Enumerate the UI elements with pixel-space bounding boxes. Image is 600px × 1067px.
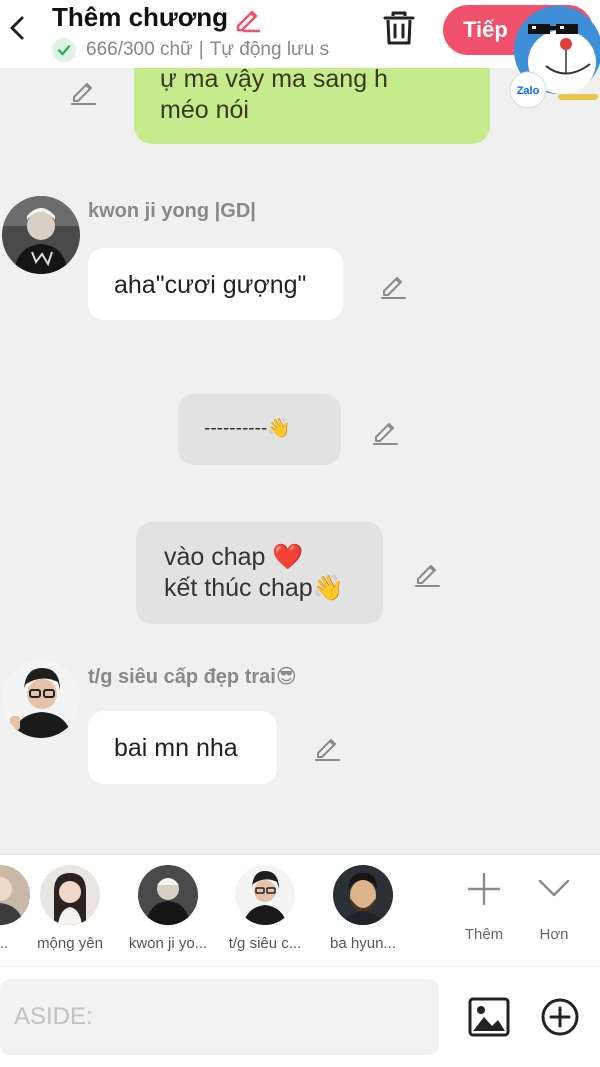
avatar (235, 865, 295, 925)
character-name: kwon ji yo... (128, 935, 208, 952)
message-text: méo nói (160, 96, 249, 124)
add-character-button[interactable]: Thêm (454, 869, 514, 943)
message-bubble[interactable]: ự ma vậy ma sang h méo nói (134, 68, 490, 144)
status-separator: | (198, 39, 204, 60)
pencil-icon[interactable] (412, 558, 442, 588)
plus-circle-icon[interactable] (540, 997, 580, 1037)
pencil-icon[interactable] (378, 270, 408, 300)
character-item[interactable]: t/g siêu c... (217, 865, 313, 952)
character-item[interactable]: mộng yên (22, 865, 118, 952)
pencil-icon[interactable] (232, 4, 262, 34)
plus-icon (467, 872, 501, 906)
character-name: ba hyun... (330, 935, 396, 952)
character-item[interactable]: ba hyun... (315, 865, 411, 952)
page-title: Thêm chương (52, 2, 228, 32)
avatar[interactable] (2, 660, 80, 738)
character-item[interactable]: kwon ji yo... (120, 865, 216, 952)
avatar (138, 865, 198, 925)
aside-bubble[interactable]: ----------👋 (178, 394, 341, 465)
avatar (333, 865, 393, 925)
more-characters-label: Hơn (539, 926, 569, 943)
save-status: 666/300 chữ | Tự động lưu s (52, 38, 352, 62)
message-text: ự ma vậy ma sang h (160, 68, 388, 93)
word-count: 666/300 chữ (86, 39, 193, 60)
speaker-name: kwon ji yong |GD| (88, 200, 256, 222)
message-text: kết thúc chap👋 (164, 574, 344, 602)
chat-area: ự ma vậy ma sang h méo nói kwon ji yong … (0, 68, 600, 854)
aside-bubble[interactable]: vào chap ❤️ kết thúc chap👋 (136, 522, 383, 624)
character-name: mộng yên (37, 935, 103, 952)
more-characters-button[interactable]: Hơn (524, 869, 584, 943)
message-text: vào chap ❤️ (164, 543, 304, 571)
character-bar: t... mộng yên kwon ji yo... t/g siêu c..… (0, 854, 600, 966)
speaker-name: t/g siêu cấp đẹp trai😎 (88, 666, 297, 688)
message-bubble[interactable]: bai mn nha (88, 711, 277, 784)
pencil-icon[interactable] (312, 732, 342, 762)
chevron-down-icon (538, 879, 570, 897)
avatar (40, 865, 100, 925)
trash-icon[interactable] (380, 8, 418, 48)
character-name: t/g siêu c... (228, 935, 302, 952)
avatar[interactable] (2, 196, 80, 274)
zalo-chat-head[interactable]: Zalo (506, 0, 600, 110)
message-bubble[interactable]: aha"cươi gượng" (88, 248, 343, 320)
message-text: bai mn nha (114, 734, 238, 762)
message-text: ----------👋 (204, 418, 291, 439)
pencil-icon[interactable] (370, 416, 400, 446)
message-text: aha"cươi gượng" (114, 271, 307, 299)
add-character-label: Thêm (464, 926, 504, 943)
svg-text:Zalo: Zalo (517, 85, 540, 97)
pencil-icon[interactable] (68, 76, 98, 106)
aside-input[interactable] (0, 979, 439, 1055)
composer (0, 966, 600, 1067)
autosave-status: Tự động lưu s (209, 39, 330, 60)
image-icon[interactable] (466, 995, 512, 1039)
check-icon (52, 38, 76, 62)
back-arrow-icon[interactable] (4, 10, 36, 46)
